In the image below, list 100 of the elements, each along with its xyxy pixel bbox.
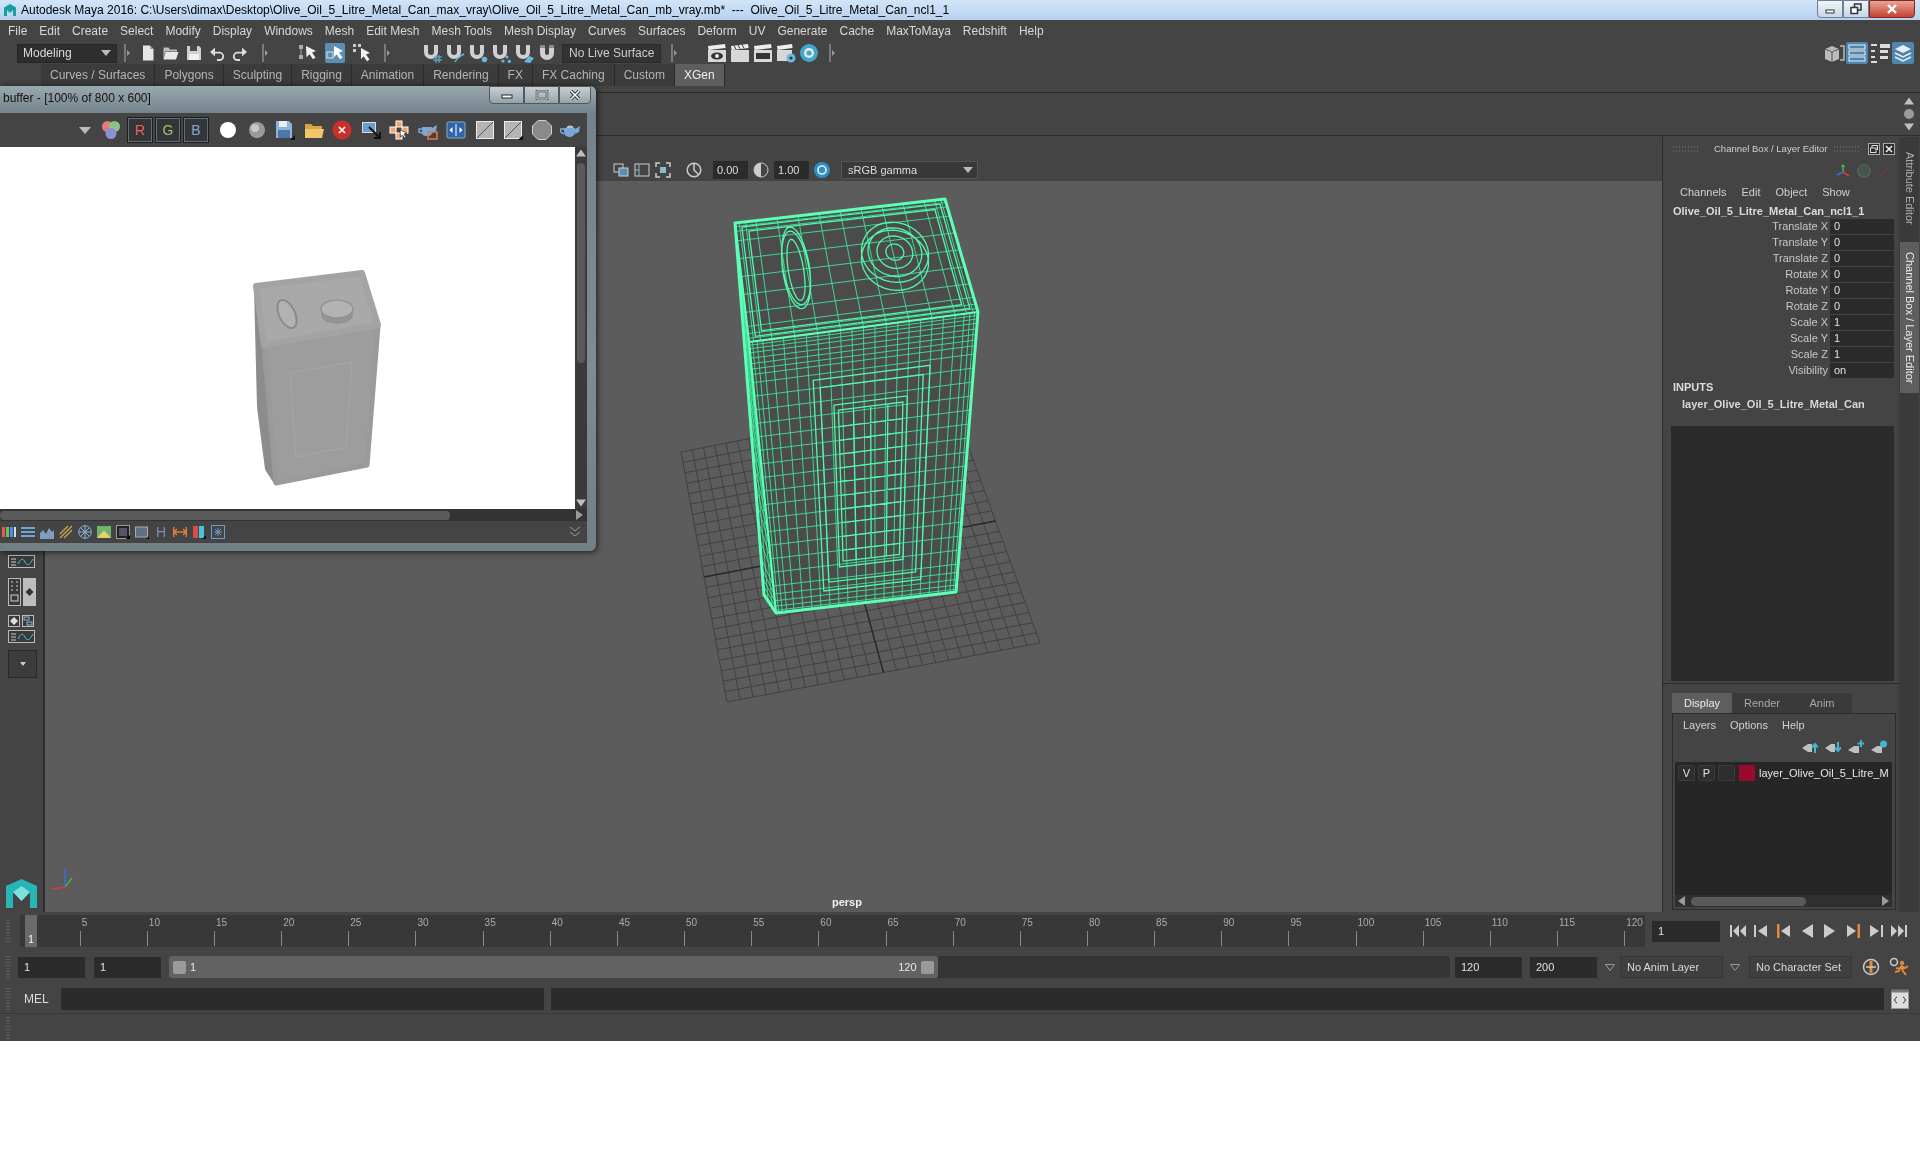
collapse-handle-icon[interactable]	[262, 44, 268, 62]
grip-icon[interactable]	[1834, 145, 1861, 152]
shelf-tab[interactable]: Rigging	[292, 64, 352, 86]
collapse-handle-icon[interactable]	[124, 44, 130, 62]
magnet-point-icon[interactable]	[468, 43, 488, 63]
anim-layer-field[interactable]: No Anim Layer	[1620, 956, 1723, 978]
float-window-icon[interactable]	[1868, 142, 1880, 155]
wireframe-can-model[interactable]	[733, 197, 980, 615]
shelf-tab[interactable]: Sculpting	[223, 64, 293, 86]
side-tab[interactable]: Channel Box / Layer Editor	[1900, 241, 1919, 394]
dropdown-arrow-icon[interactable]	[1605, 963, 1615, 971]
playback-toggle[interactable]: P	[1698, 765, 1715, 781]
menu-item[interactable]: Help	[1781, 719, 1805, 731]
target-ring-icon[interactable]	[814, 162, 830, 178]
exposure-field[interactable]: 0.00	[713, 161, 748, 179]
animation-start-field[interactable]: 1	[18, 956, 85, 978]
split-arrows-icon[interactable]	[446, 120, 466, 140]
diamond-icon[interactable]	[8, 615, 20, 627]
clapperboard-dot-icon[interactable]	[776, 43, 797, 63]
current-frame-marker[interactable]: 1	[25, 915, 37, 947]
attribute-value-field[interactable]: 0	[1830, 251, 1894, 266]
caret-icon[interactable]	[79, 126, 91, 134]
menu-item[interactable]: Modify	[165, 24, 201, 38]
menu-item[interactable]: Redshift	[962, 24, 1007, 38]
minimize-button[interactable]	[1817, 0, 1843, 18]
scrollbar-thumb[interactable]	[0, 510, 450, 520]
layer-editor-tab[interactable]: Render	[1732, 693, 1792, 713]
scroll-right-icon[interactable]	[1882, 896, 1889, 906]
list-panel-icon[interactable]	[1846, 42, 1868, 64]
overlapping-circles-icon[interactable]	[101, 120, 121, 140]
shelf-tab[interactable]: Animation	[351, 64, 425, 86]
input-node-name[interactable]: layer_Olive_Oil_5_Litre_Metal_Can	[1663, 396, 1899, 412]
frame-split-icon[interactable]	[634, 162, 650, 178]
half-filled-circle-icon[interactable]	[753, 162, 769, 178]
live-surface-field[interactable]: No Live Surface	[562, 43, 662, 63]
minimize-button[interactable]	[489, 86, 524, 104]
menu-item[interactable]: Channels	[1680, 185, 1727, 198]
maximize-button[interactable]	[524, 86, 559, 104]
close-button[interactable]	[1869, 0, 1915, 18]
range-slider-track[interactable]: 1 120	[169, 956, 1450, 978]
scroll-right-icon[interactable]	[576, 510, 583, 520]
color-swatch-icon[interactable]	[1739, 765, 1755, 781]
list-lines-icon[interactable]	[21, 525, 35, 539]
color-bars-icon[interactable]	[2, 525, 16, 539]
outliner-layout-icon[interactable]	[8, 578, 21, 606]
channel-toggle[interactable]: B	[183, 117, 209, 143]
menu-set-dropdown[interactable]: Modeling	[17, 43, 117, 63]
attribute-value-field[interactable]: 0	[1830, 283, 1894, 298]
attribute-value-field[interactable]: 1	[1830, 347, 1894, 362]
menu-item[interactable]: Show	[1822, 185, 1850, 198]
attribute-value-field[interactable]: 0	[1830, 219, 1894, 234]
new-file-icon[interactable]	[140, 45, 156, 61]
frame-corners-icon[interactable]	[655, 162, 671, 178]
attribute-value-field[interactable]: 0	[1830, 235, 1894, 250]
layer-name[interactable]: layer_Olive_Oil_5_Litre_M	[1759, 767, 1889, 779]
magnet-curve-icon[interactable]	[445, 43, 465, 63]
render-view-dialog[interactable]: buffer - [100% of 800 x 600] R G B H	[0, 86, 596, 551]
collapse-handle-icon[interactable]	[829, 44, 836, 62]
menu-item[interactable]: Layers	[1683, 719, 1717, 731]
scroll-down-icon[interactable]	[575, 499, 587, 507]
menu-item[interactable]: Help	[1018, 24, 1044, 38]
current-frame-field[interactable]: 1	[1652, 920, 1720, 942]
layer-plus-icon[interactable]	[1848, 740, 1864, 754]
crop-region-icon[interactable]	[360, 120, 381, 140]
cube-icon[interactable]	[1823, 42, 1845, 64]
list-icon[interactable]	[1869, 42, 1891, 64]
shelf-tab[interactable]: Polygons	[155, 64, 224, 86]
menu-item[interactable]: Edit	[1741, 185, 1761, 198]
diagonal-lines-icon[interactable]	[59, 525, 73, 539]
close-button[interactable]	[559, 86, 591, 104]
frame-icon[interactable]	[116, 525, 130, 539]
node-graph-icon[interactable]	[22, 615, 34, 627]
menu-item[interactable]: Create	[72, 24, 109, 38]
menu-item[interactable]: MaxToMaya	[886, 24, 951, 38]
sphere-icon[interactable]	[246, 120, 267, 140]
attribute-value-field[interactable]: on	[1830, 363, 1894, 378]
collapse-handle-icon[interactable]	[384, 44, 390, 62]
menu-item[interactable]: Mesh	[324, 24, 355, 38]
menu-item[interactable]: Options	[1730, 719, 1768, 731]
save-icon[interactable]	[186, 45, 202, 61]
collapse-handle-icon[interactable]	[671, 44, 678, 62]
scroll-down-icon[interactable]	[1903, 123, 1915, 131]
cursor-square-icon[interactable]	[325, 43, 345, 63]
shelf-tab[interactable]: Curves / Surfaces	[41, 64, 156, 86]
step-back-key-icon[interactable]	[1753, 924, 1769, 938]
magnet-surface-icon[interactable]	[514, 43, 534, 63]
shelf-tab[interactable]: XGen	[674, 64, 725, 86]
magnet-icon[interactable]	[537, 43, 557, 63]
object-name[interactable]: Olive_Oil_5_Litre_Metal_Can_ncl1_1	[1663, 202, 1899, 219]
menu-item[interactable]: Display	[212, 24, 253, 38]
split-square-icon[interactable]	[503, 120, 523, 140]
image-icon[interactable]	[97, 525, 111, 539]
panel-icon[interactable]	[135, 525, 149, 539]
close-icon[interactable]	[1883, 142, 1895, 155]
attribute-value-field[interactable]: 0	[1830, 299, 1894, 314]
code-window-icon[interactable]	[1890, 988, 1909, 1009]
layer-editor-tab[interactable]: Anim	[1792, 693, 1852, 713]
clock-icon[interactable]	[686, 162, 702, 178]
step-back-frame-icon[interactable]	[1776, 924, 1792, 938]
octagon-icon[interactable]	[531, 120, 552, 140]
